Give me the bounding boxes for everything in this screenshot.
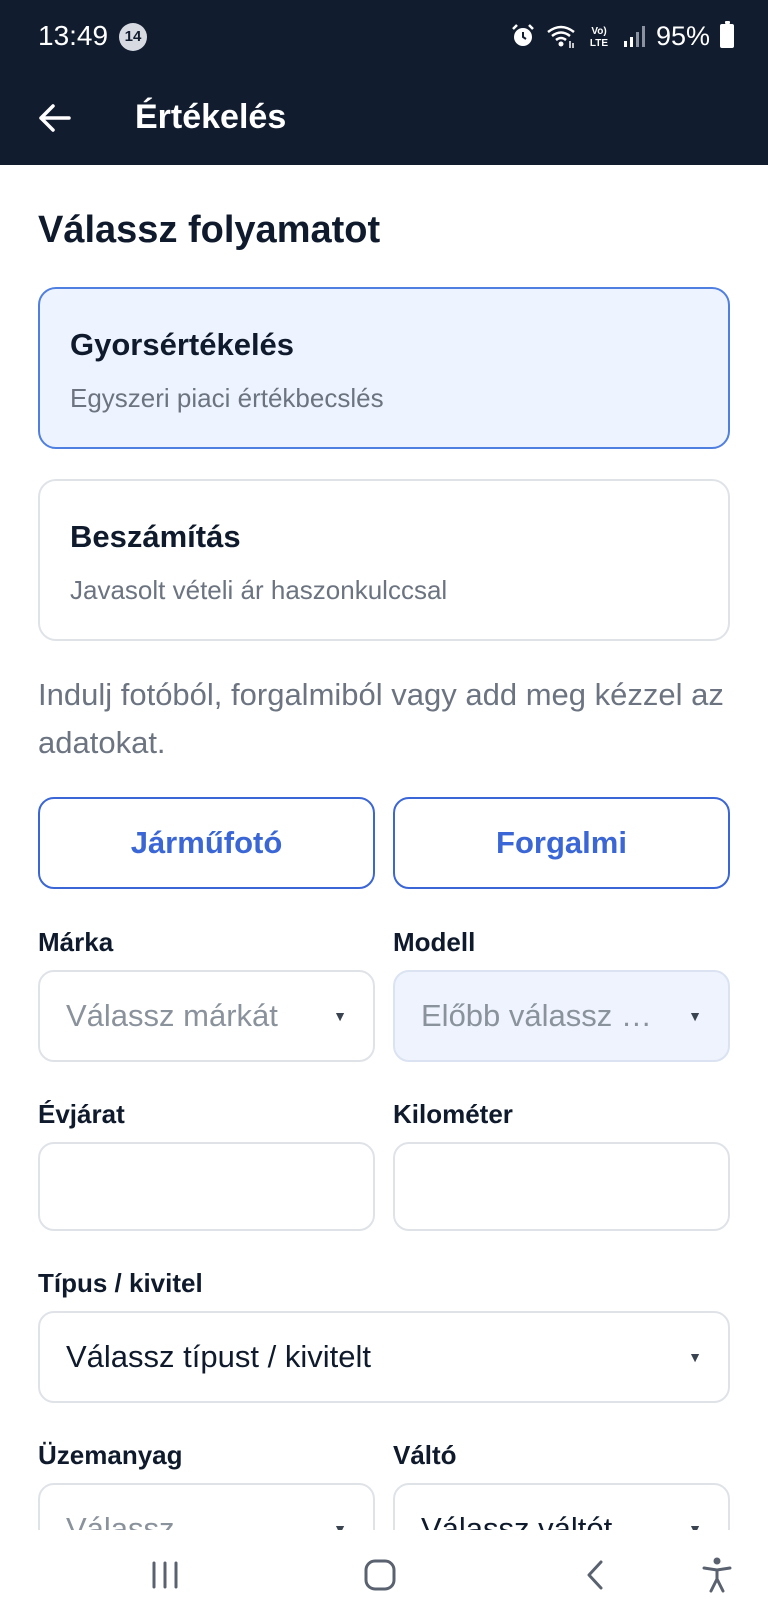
fuel-select-value: Válassz …: [66, 1511, 215, 1530]
svg-text:LTE: LTE: [590, 38, 608, 49]
svg-text:Vo): Vo): [591, 26, 606, 37]
fuel-select[interactable]: Válassz … ▼: [38, 1483, 375, 1530]
system-nav-bar: [0, 1530, 768, 1621]
option-title: Beszámítás: [70, 519, 241, 554]
main-content[interactable]: Válassz folyamatot Gyorsértékelés Egysze…: [0, 165, 768, 1530]
status-time: 13:49: [38, 20, 109, 51]
process-option-trade-in[interactable]: Beszámítás Javasolt vételi ár haszonkulc…: [38, 479, 730, 641]
body-type-select[interactable]: Válassz típust / kivitelt ▼: [38, 1311, 730, 1403]
transmission-label: Váltó: [393, 1440, 457, 1470]
dropdown-caret-icon: ▼: [688, 1008, 702, 1024]
system-back-button[interactable]: [565, 1545, 625, 1605]
transmission-select[interactable]: Válassz váltót ▼: [393, 1483, 730, 1530]
make-select[interactable]: Válassz márkát ▼: [38, 970, 375, 1062]
transmission-select-value: Válassz váltót: [421, 1511, 613, 1530]
vehicle-photo-button[interactable]: Járműfotó: [38, 797, 375, 889]
alarm-icon: [512, 24, 534, 46]
signal-icon: [623, 26, 645, 47]
process-option-quick[interactable]: Gyorsértékelés Egyszeri piaci értékbecsl…: [38, 287, 730, 449]
back-button[interactable]: [24, 88, 84, 148]
make-label: Márka: [38, 927, 114, 957]
volte-icon: Vo) LTE: [590, 26, 608, 49]
home-icon: [364, 1559, 396, 1591]
wifi-icon: [547, 25, 575, 48]
year-label: Évjárat: [38, 1099, 125, 1129]
option-title: Gyorsértékelés: [70, 327, 295, 362]
mileage-label: Kilométer: [393, 1099, 513, 1129]
dropdown-caret-icon: ▼: [333, 1521, 347, 1530]
recent-apps-icon: [152, 1561, 178, 1589]
status-bar: 13:49 14 Vo) LTE 95%: [0, 0, 768, 72]
home-button[interactable]: [350, 1545, 410, 1605]
dropdown-caret-icon: ▼: [333, 1008, 347, 1024]
body-type-label: Típus / kivitel: [38, 1268, 203, 1298]
dropdown-caret-icon: ▼: [688, 1521, 702, 1530]
page-title: Értékelés: [135, 98, 287, 136]
fuel-label: Üzemanyag: [38, 1440, 183, 1470]
accessibility-icon: [702, 1557, 732, 1593]
model-select-value: Előbb válassz …: [421, 998, 652, 1033]
year-field[interactable]: [38, 1142, 375, 1231]
accessibility-button[interactable]: [687, 1545, 747, 1605]
status-icons: Vo) LTE 95%: [510, 18, 734, 54]
arrow-left-icon: [39, 104, 71, 132]
app-bar: Értékelés: [0, 72, 768, 165]
registration-button[interactable]: Forgalmi: [393, 797, 730, 889]
input-hint: Indulj fotóból, forgalmiból vagy add meg…: [38, 677, 724, 760]
chevron-left-icon: [587, 1560, 603, 1590]
process-heading: Válassz folyamatot: [38, 209, 381, 251]
make-select-value: Válassz márkát: [66, 998, 278, 1033]
year-input[interactable]: [40, 1144, 373, 1229]
body-type-select-value: Válassz típust / kivitelt: [66, 1339, 371, 1374]
option-subtitle: Egyszeri piaci értékbecslés: [70, 383, 384, 413]
dropdown-caret-icon: ▼: [688, 1349, 702, 1365]
model-label: Modell: [393, 927, 476, 957]
option-subtitle: Javasolt vételi ár haszonkulccsal: [70, 575, 448, 605]
battery-icon: [720, 21, 734, 48]
model-select[interactable]: Előbb válassz … ▼: [393, 970, 730, 1062]
notification-count-badge: 14: [119, 23, 147, 51]
mileage-field[interactable]: [393, 1142, 730, 1231]
battery-percent: 95%: [655, 21, 710, 51]
mileage-input[interactable]: [395, 1144, 728, 1229]
recent-apps-button[interactable]: [135, 1545, 195, 1605]
